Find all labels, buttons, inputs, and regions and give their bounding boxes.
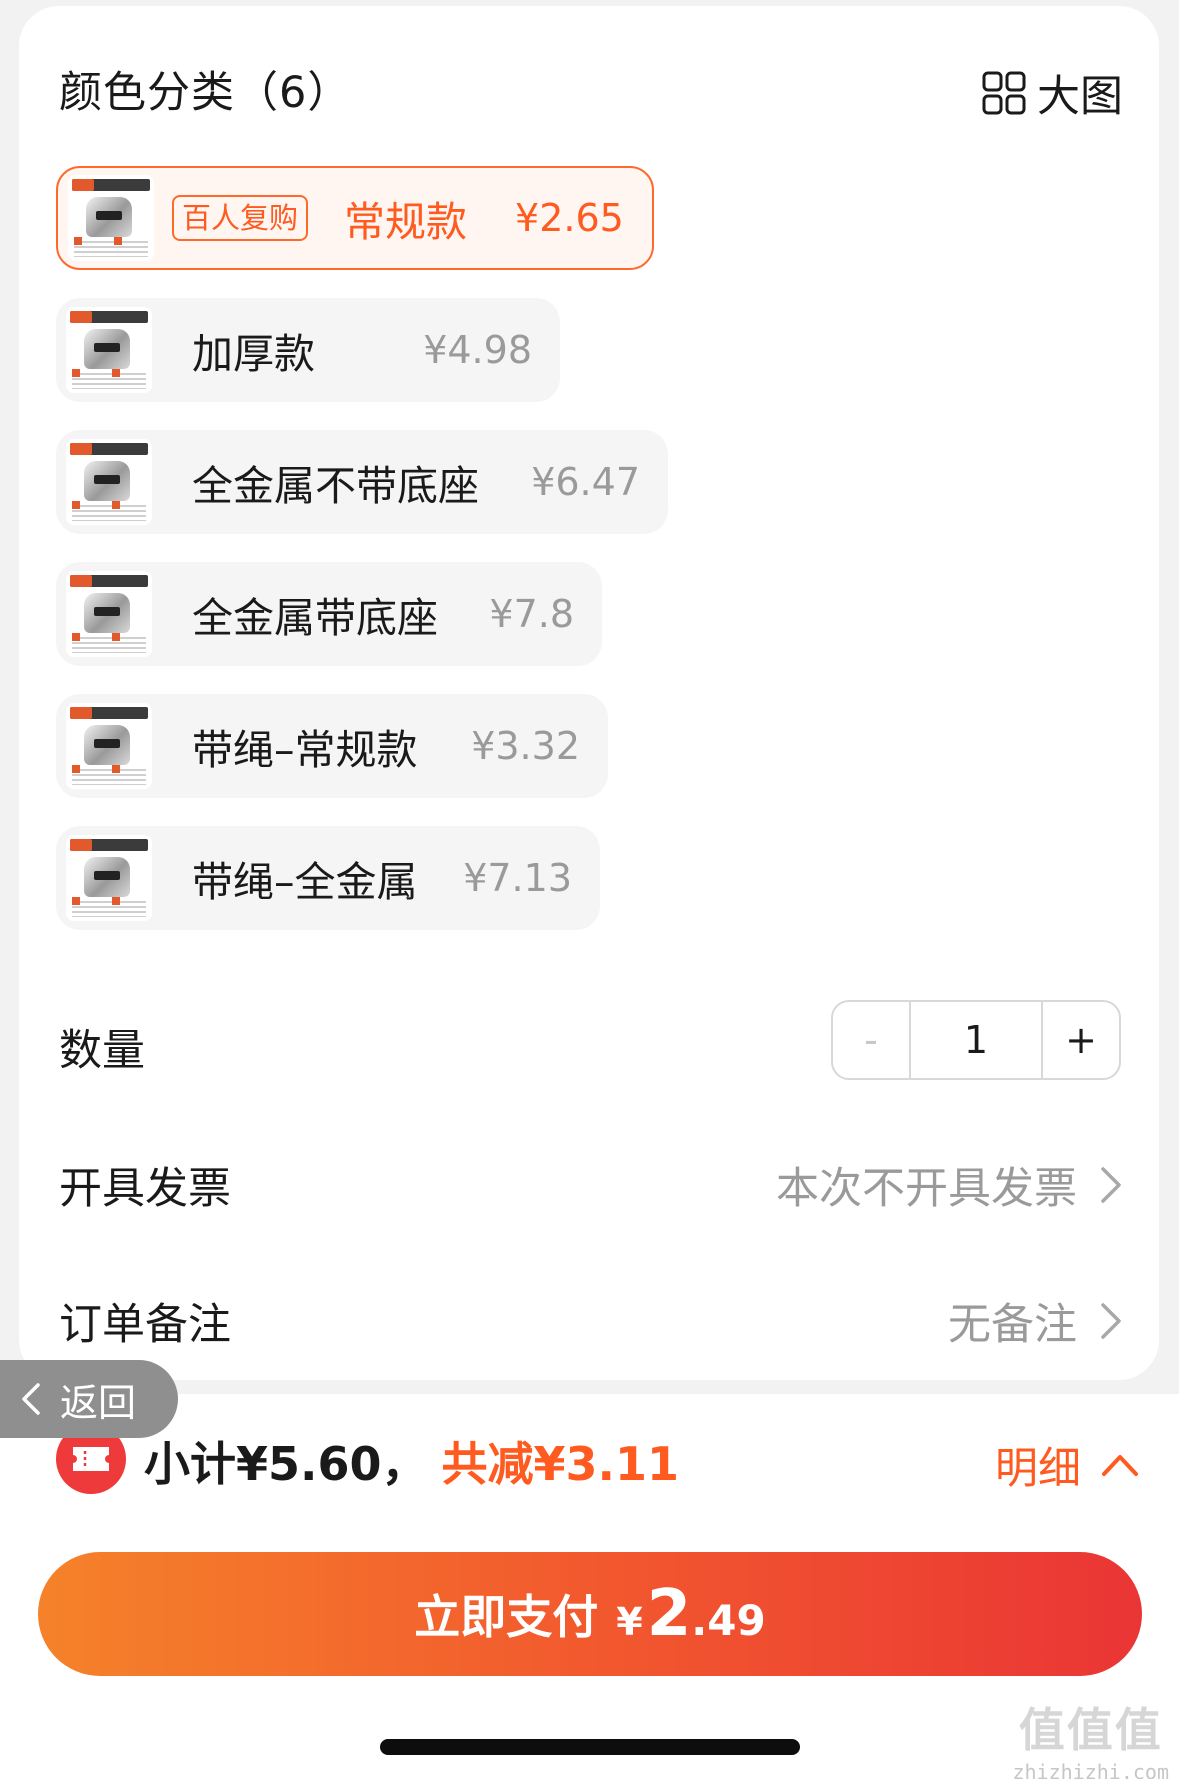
quantity-stepper: - 1 + xyxy=(831,1000,1121,1080)
pay-currency: ¥ xyxy=(616,1600,643,1644)
variant-chip[interactable]: 带绳–全金属 ¥7.13 xyxy=(56,826,600,930)
variant-name: 带绳–常规款 xyxy=(192,726,418,774)
chevron-right-icon xyxy=(1101,1303,1121,1339)
variant-name: 全金属带底座 xyxy=(192,594,438,642)
variant-chip-selected[interactable]: 百人复购 常规款 ¥2.65 xyxy=(56,166,654,270)
grid-icon xyxy=(982,71,1026,115)
back-label: 返回 xyxy=(60,1380,137,1425)
variant-price: ¥3.32 xyxy=(471,724,580,768)
variant-chip[interactable]: 加厚款 ¥4.98 xyxy=(56,298,560,402)
pay-amount-decimal: .49 xyxy=(691,1596,766,1645)
price-summary: 小计¥5.60， 共减¥3.11 xyxy=(144,1428,679,1494)
variant-price: ¥7.13 xyxy=(463,856,572,900)
variant-price: ¥7.8 xyxy=(489,592,574,636)
variant-chip[interactable]: 全金属带底座 ¥7.8 xyxy=(56,562,602,666)
checkout-bar: 小计¥5.60， 共减¥3.11 明细 立即支付 ¥ 2 .49 值值值 zhi… xyxy=(0,1394,1179,1779)
variant-price: ¥2.65 xyxy=(515,196,624,240)
subtotal-text: 小计¥5.60， xyxy=(144,1437,428,1491)
variant-name: 常规款 xyxy=(344,198,468,246)
options-card: 颜色分类（6） 大图 百人复购 常规款 ¥2.65 加厚款 ¥4.98 全金属不… xyxy=(19,6,1159,1380)
quantity-label: 数量 xyxy=(59,1026,145,1076)
remark-label: 订单备注 xyxy=(59,1300,231,1350)
watermark: 值值值 zhizhizhi.com xyxy=(1012,1694,1169,1779)
detail-toggle[interactable]: 明细 xyxy=(995,1434,1139,1496)
back-button[interactable]: 返回 xyxy=(0,1360,178,1438)
chevron-left-icon xyxy=(22,1383,40,1415)
variant-thumbnail xyxy=(66,571,152,657)
variant-thumbnail xyxy=(66,439,152,525)
home-indicator xyxy=(380,1739,800,1755)
variant-chip[interactable]: 全金属不带底座 ¥6.47 xyxy=(56,430,668,534)
variant-thumbnail xyxy=(66,835,152,921)
variant-name: 带绳–全金属 xyxy=(192,858,418,906)
watermark-logo: 值值值 xyxy=(1018,1703,1163,1757)
repurchase-badge: 百人复购 xyxy=(172,195,309,241)
order-confirm-screen: 颜色分类（6） 大图 百人复购 常规款 ¥2.65 加厚款 ¥4.98 全金属不… xyxy=(0,0,1179,1779)
increase-button[interactable]: + xyxy=(1041,1002,1119,1078)
variant-name: 全金属不带底座 xyxy=(192,462,479,510)
variant-price: ¥4.98 xyxy=(423,328,532,372)
quantity-value[interactable]: 1 xyxy=(911,1002,1041,1078)
big-view-button[interactable]: 大图 xyxy=(981,62,1123,124)
variant-name: 加厚款 xyxy=(192,330,315,378)
variant-thumbnail xyxy=(66,307,152,393)
discount-text: 共减¥3.11 xyxy=(441,1437,680,1491)
invoice-value: 本次不开具发票 xyxy=(776,1164,1077,1214)
invoice-label: 开具发票 xyxy=(59,1164,231,1214)
pay-amount-integer: 2 xyxy=(646,1577,692,1651)
chevron-right-icon xyxy=(1101,1167,1121,1203)
variant-thumbnail xyxy=(68,175,154,261)
pay-label: 立即支付 xyxy=(414,1590,599,1644)
pay-now-button[interactable]: 立即支付 ¥ 2 .49 xyxy=(38,1552,1142,1676)
variant-thumbnail xyxy=(66,703,152,789)
invoice-row[interactable]: 本次不开具发票 xyxy=(776,1154,1123,1216)
pay-amount: ¥ 2 .49 xyxy=(616,1577,765,1651)
remark-row[interactable]: 无备注 xyxy=(948,1290,1123,1352)
decrease-button[interactable]: - xyxy=(833,1002,911,1078)
variant-chip[interactable]: 带绳–常规款 ¥3.32 xyxy=(56,694,608,798)
remark-value: 无备注 xyxy=(948,1300,1077,1350)
variant-price: ¥6.47 xyxy=(531,460,640,504)
big-view-label: 大图 xyxy=(1037,72,1123,122)
watermark-url: zhizhizhi.com xyxy=(1012,1760,1169,1779)
section-title: 颜色分类（6） xyxy=(59,68,352,118)
chevron-up-icon xyxy=(1102,1455,1138,1476)
detail-label: 明细 xyxy=(995,1444,1081,1494)
